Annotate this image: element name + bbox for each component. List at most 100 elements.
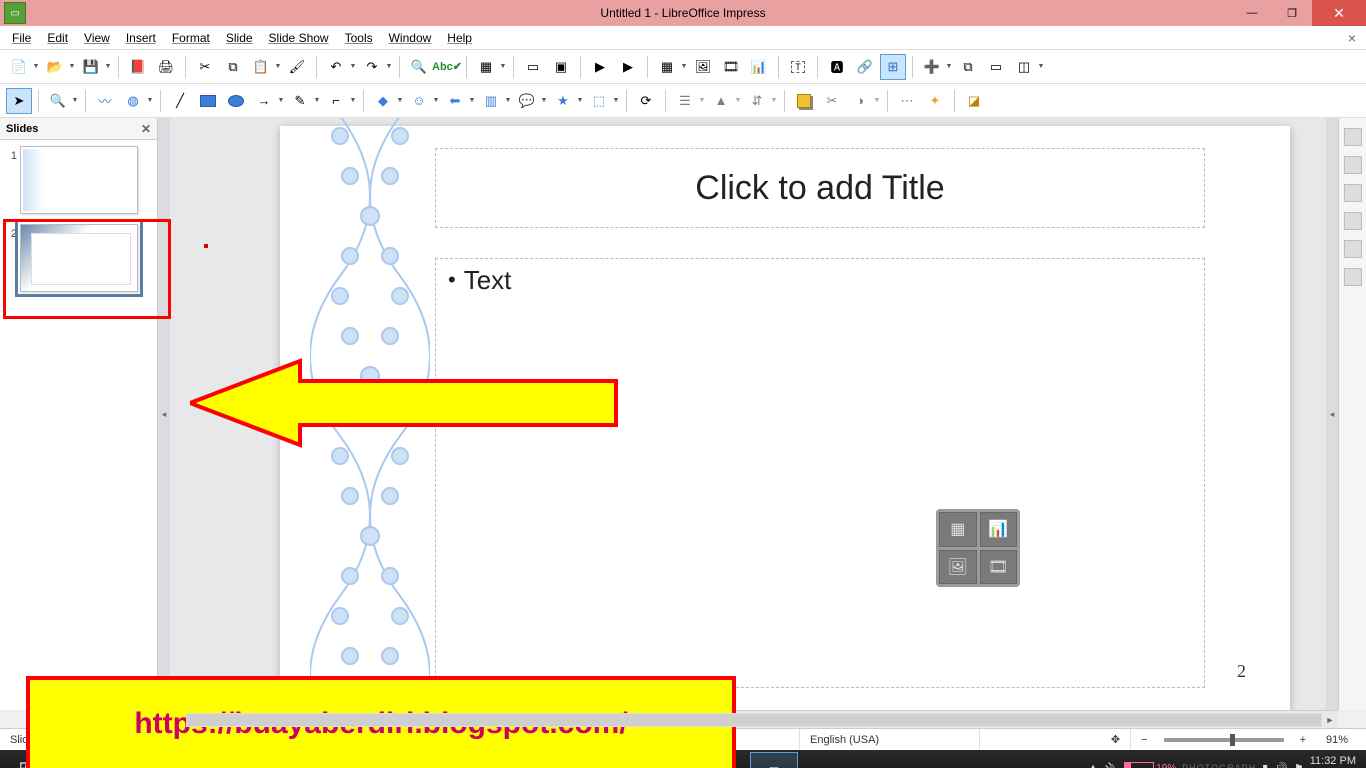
distribute-dropdown[interactable] [770,88,778,114]
sidebar-navigator-tab[interactable] [1344,268,1362,286]
document-close-button[interactable]: × [1342,30,1362,46]
slides-panel-close-button[interactable]: ✕ [141,122,151,136]
clone-formatting-button[interactable]: 🖌 [284,54,310,80]
fit-slide-button[interactable]: ✥ [1101,729,1131,750]
callouts-dropdown[interactable] [540,88,548,114]
undo-dropdown[interactable] [349,54,357,80]
content-placeholder[interactable]: Text ▦ 📊 🖼 🎞 [435,258,1205,688]
lines-dropdown[interactable] [277,88,285,114]
scroll-thumb[interactable] [187,714,1321,726]
start-first-slide-button[interactable]: ▶ [587,54,613,80]
redo-button[interactable]: ↷ [359,54,385,80]
select-tool-button[interactable]: ➤ [6,88,32,114]
copy-button[interactable]: ⧉ [220,54,246,80]
insert-table-icon[interactable]: ▦ [939,512,977,547]
right-panel-expand-handle[interactable]: ◂ [1326,118,1338,710]
callouts-button[interactable]: 💬 [514,88,540,114]
content-insert-icons[interactable]: ▦ 📊 🖼 🎞 [936,509,1020,587]
battery-indicator[interactable]: 19% [1124,762,1176,768]
display-views-button[interactable]: ▭ [520,54,546,80]
zoom-slider[interactable] [1164,738,1284,742]
insert-media-icon[interactable]: 🎞 [980,550,1018,585]
window-close-button[interactable]: ✕ [1312,0,1366,26]
insert-table-button[interactable]: ▦ [654,54,680,80]
duplicate-slide-button[interactable]: ⧉ [955,54,981,80]
3d-objects-button[interactable]: ⬚ [586,88,612,114]
lines-arrows-button[interactable]: → [251,88,277,114]
flowchart-button[interactable]: ▥ [478,88,504,114]
spellcheck-button[interactable]: Abc✔ [434,54,460,80]
insert-image-icon[interactable]: 🖼 [939,550,977,585]
menu-view[interactable]: View [76,28,118,48]
show-draw-functions-button[interactable]: ⊞ [880,54,906,80]
insert-chart-button[interactable]: 📊 [746,54,772,80]
insert-hyperlink-button[interactable]: 🔗 [852,54,878,80]
stars-dropdown[interactable] [576,88,584,114]
basic-shapes-dropdown[interactable] [396,88,404,114]
display-grid-button[interactable]: ▦ [473,54,499,80]
tray-network-icon[interactable]: ▮ [1262,762,1268,768]
stars-button[interactable]: ★ [550,88,576,114]
ellipse-button[interactable] [223,88,249,114]
taskbar-impress[interactable]: ▭ [750,752,798,768]
block-arrows-dropdown[interactable] [468,88,476,114]
title-placeholder[interactable]: Click to add Title [435,148,1205,228]
arrange-button[interactable]: ▲ [708,88,734,114]
master-slide-button[interactable]: ▣ [548,54,574,80]
extrusion-button[interactable]: ◪ [961,88,987,114]
paste-button[interactable]: 📋 [248,54,274,80]
tray-power-icon[interactable]: 🔌 [1105,762,1119,768]
find-replace-button[interactable]: 🔍 [406,54,432,80]
open-button[interactable]: 📂 [42,54,68,80]
tray-flag-icon[interactable]: ⚑ [1294,762,1304,768]
menu-slideshow[interactable]: Slide Show [261,28,337,48]
crop-button[interactable]: ✂ [819,88,845,114]
menu-format[interactable]: Format [164,28,218,48]
save-dropdown[interactable] [104,54,112,80]
menu-edit[interactable]: Edit [39,28,76,48]
fill-dropdown[interactable] [146,88,154,114]
sidebar-gallery-tab[interactable] [1344,240,1362,258]
filter-dropdown[interactable] [873,88,881,114]
insert-av-button[interactable]: 🎞 [718,54,744,80]
slides-list[interactable]: 1 2 [0,140,157,710]
window-maximize-button[interactable]: ❐ [1272,0,1312,26]
menu-file[interactable]: File [4,28,39,48]
rotate-button[interactable]: ⟳ [633,88,659,114]
insert-line-button[interactable]: ╱ [167,88,193,114]
table-dropdown[interactable] [680,54,688,80]
menu-insert[interactable]: Insert [118,28,164,48]
new-slide-dropdown[interactable] [945,54,953,80]
block-arrows-button[interactable]: ⬅ [442,88,468,114]
start-current-slide-button[interactable]: ▶ [615,54,641,80]
slide-editing-area[interactable]: Click to add Title Text ▦ 📊 🖼 🎞 2 [170,118,1326,710]
line-color-button[interactable]: 〰 [92,88,118,114]
open-dropdown[interactable] [68,54,76,80]
zoom-out-button[interactable]: − [1131,729,1157,750]
rectangle-button[interactable] [195,88,221,114]
slide-layout-button[interactable]: ◫ [1011,54,1037,80]
print-button[interactable]: 🖨 [153,54,179,80]
filter-button[interactable]: ◑ [847,88,873,114]
flowchart-dropdown[interactable] [504,88,512,114]
slide-thumbnail-2[interactable]: 2 [6,224,151,292]
gluepoints-button[interactable]: ✦ [922,88,948,114]
curves-dropdown[interactable] [313,88,321,114]
export-pdf-button[interactable]: 📕 [125,54,151,80]
menu-tools[interactable]: Tools [337,28,381,48]
save-button[interactable]: 💾 [78,54,104,80]
sidebar-master-slides-tab[interactable] [1344,212,1362,230]
menu-slide[interactable]: Slide [218,28,261,48]
align-dropdown[interactable] [698,88,706,114]
sidebar-animation-tab[interactable] [1344,184,1362,202]
curves-button[interactable]: ✎ [287,88,313,114]
tray-expand-icon[interactable]: ▲ [1088,762,1099,768]
new-dropdown[interactable] [32,54,40,80]
taskbar-clock[interactable]: 11:32 PM 8/9/2018 [1310,755,1356,768]
grid-dropdown[interactable] [499,54,507,80]
basic-shapes-button[interactable]: ◆ [370,88,396,114]
cut-button[interactable]: ✂ [192,54,218,80]
new-button[interactable]: 📄 [6,54,32,80]
align-button[interactable]: ☰ [672,88,698,114]
horizontal-scrollbar[interactable]: ◄ ► [170,710,1338,728]
